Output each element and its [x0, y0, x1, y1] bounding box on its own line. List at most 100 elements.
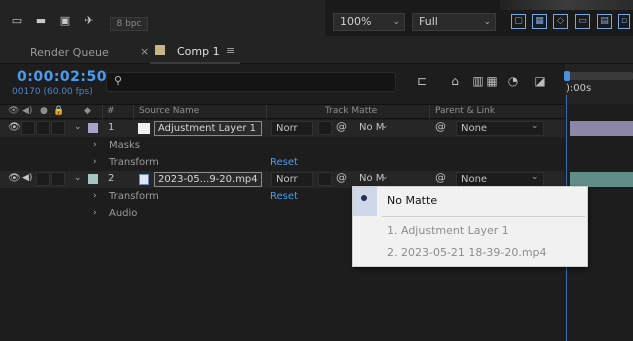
property-group-label[interactable]: Transform [109, 191, 159, 202]
frame-blending-icon[interactable]: ▦ [484, 74, 500, 88]
menu-item-layer-2[interactable]: 2. 2023-05-21 18-39-20.mp4 [387, 246, 547, 259]
ruler-time-label: ):00s [566, 83, 592, 94]
folder-icon[interactable]: ▭ [10, 15, 24, 27]
layer-duration-bar[interactable] [570, 121, 633, 136]
tab-render-queue[interactable]: Render Queue [30, 46, 109, 59]
chevron-right-icon[interactable]: › [93, 140, 97, 150]
frame-count: 00170 (60.00 fps) [12, 87, 93, 97]
chevron-down-icon: ⌄ [381, 121, 389, 131]
property-group-row[interactable] [0, 138, 565, 155]
column-divider[interactable] [429, 105, 430, 119]
graph-editor-icon[interactable]: ◪ [532, 74, 548, 88]
resolution-dropdown[interactable]: Full ⌄ [412, 13, 496, 31]
track-matte-dropdown[interactable]: No M [355, 121, 397, 136]
after-effects-timeline: ▭ ▬ ▣ ✈ 8 bpc 100% ⌄ Full ⌄ ▢ ▦ ◇ ▭ ▤ ▫ … [0, 0, 633, 341]
comp-flowchart-icon[interactable]: ⊏ [414, 74, 430, 88]
matte-pick-whip-icon[interactable]: @ [336, 120, 347, 133]
chevron-down-icon: ⌄ [392, 17, 400, 27]
draft-3d-icon[interactable]: ⌂ [447, 74, 463, 88]
number-column-header[interactable]: # [107, 106, 115, 116]
chevron-right-icon[interactable]: › [93, 208, 97, 218]
new-folder-icon[interactable]: ▬ [34, 15, 48, 27]
viewer-image [500, 0, 633, 10]
layer-search-input[interactable] [106, 72, 396, 92]
source-name-column-header[interactable]: Source Name [139, 106, 199, 116]
matte-pick-whip-icon[interactable]: @ [336, 171, 347, 184]
solo-switch[interactable] [36, 172, 50, 186]
solo-switch[interactable] [36, 121, 50, 135]
parent-pick-whip-icon[interactable]: @ [435, 120, 446, 133]
layer-name[interactable]: Adjustment Layer 1 [154, 121, 262, 136]
speaker-icon[interactable]: ◀) [22, 173, 32, 183]
selected-item-highlight [353, 187, 377, 216]
zoom-value: 100% [340, 15, 372, 28]
safe-margins-icon[interactable]: ▫ [618, 14, 630, 29]
blend-mode-dropdown[interactable]: Norr [271, 172, 313, 187]
chevron-down-icon[interactable]: ⌄ [74, 122, 82, 132]
zoom-dropdown[interactable]: 100% ⌄ [333, 13, 405, 31]
preserve-transparency-switch[interactable] [318, 121, 332, 135]
chevron-down-icon[interactable]: ⌄ [74, 173, 82, 183]
comp-color-swatch [155, 45, 165, 55]
column-divider[interactable] [102, 105, 103, 119]
menu-item-layer-1[interactable]: 1. Adjustment Layer 1 [387, 224, 509, 237]
chevron-down-icon: ⌄ [531, 172, 539, 182]
tab-comp-1[interactable]: Comp 1 [177, 45, 220, 58]
track-matte-column-header[interactable]: Track Matte [325, 106, 377, 116]
layer-label-color[interactable] [88, 174, 98, 184]
reset-link[interactable]: Reset [270, 191, 298, 202]
reset-link[interactable]: Reset [270, 157, 298, 168]
parent-pick-whip-icon[interactable]: @ [435, 171, 446, 184]
bit-depth-button[interactable]: 8 bpc [110, 17, 148, 31]
selected-bullet-icon [361, 195, 367, 201]
audio-toggle-switch[interactable] [21, 121, 35, 135]
column-divider[interactable] [133, 105, 134, 119]
grid-icon[interactable]: ▤ [597, 14, 612, 29]
transparency-grid-icon[interactable]: ▦ [532, 14, 547, 29]
chevron-down-icon: ⌄ [483, 17, 491, 27]
current-time-display[interactable]: 0:00:02:50 [17, 69, 107, 85]
panel-menu-icon[interactable]: ≡ [226, 44, 235, 57]
chevron-right-icon[interactable]: › [93, 191, 97, 201]
layer-label-color[interactable] [88, 123, 98, 133]
chevron-down-icon: ⌄ [531, 121, 539, 131]
blend-mode-dropdown[interactable]: Norr [271, 121, 313, 136]
search-icon: ⚲ [114, 74, 123, 87]
motion-blur-icon[interactable]: ◔ [505, 74, 521, 88]
property-group-label[interactable]: Masks [109, 140, 140, 151]
property-group-label[interactable]: Audio [109, 208, 137, 219]
column-divider[interactable] [266, 105, 267, 119]
chevron-down-icon: ⌄ [381, 172, 389, 182]
audio-toggle-column-icon[interactable]: ◀) [22, 106, 32, 116]
layer-number: 2 [108, 173, 115, 184]
tab-close-icon[interactable]: × [140, 45, 149, 58]
label-column-icon[interactable]: ◆ [84, 106, 91, 116]
menu-divider [382, 216, 585, 217]
lock-switch[interactable] [51, 121, 65, 135]
eye-icon[interactable]: 👁 [8, 122, 21, 133]
new-comp-icon[interactable]: ▣ [58, 15, 72, 27]
solid-layer-icon [138, 123, 150, 134]
lock-switch[interactable] [51, 172, 65, 186]
lock-column-icon[interactable]: 🔒 [53, 106, 64, 116]
video-toggle-column-icon[interactable]: 👁 [8, 106, 19, 116]
region-of-interest-icon[interactable]: ▢ [511, 14, 526, 29]
video-file-icon [139, 174, 149, 185]
layer-duration-bar[interactable] [570, 172, 633, 187]
work-area-start-handle[interactable] [564, 71, 570, 81]
property-group-label[interactable]: Transform [109, 157, 159, 168]
layer-name[interactable]: 2023-05...9-20.mp4 [154, 172, 262, 187]
flowchart-icon[interactable]: ✈ [82, 15, 96, 27]
work-area-bar[interactable] [566, 72, 633, 80]
track-matte-dropdown[interactable]: No M [355, 172, 397, 187]
solo-column-icon[interactable]: ● [40, 106, 48, 116]
mask-visibility-icon[interactable]: ◇ [553, 14, 568, 29]
eye-icon[interactable]: 👁 [8, 173, 21, 184]
preserve-transparency-switch[interactable] [318, 172, 332, 186]
parent-link-column-header[interactable]: Parent & Link [435, 106, 495, 116]
resolution-value: Full [419, 15, 438, 28]
menu-item-no-matte[interactable]: No Matte [387, 194, 437, 207]
layer-number: 1 [108, 122, 115, 133]
guides-icon[interactable]: ▭ [575, 14, 590, 29]
chevron-right-icon[interactable]: › [93, 157, 97, 167]
